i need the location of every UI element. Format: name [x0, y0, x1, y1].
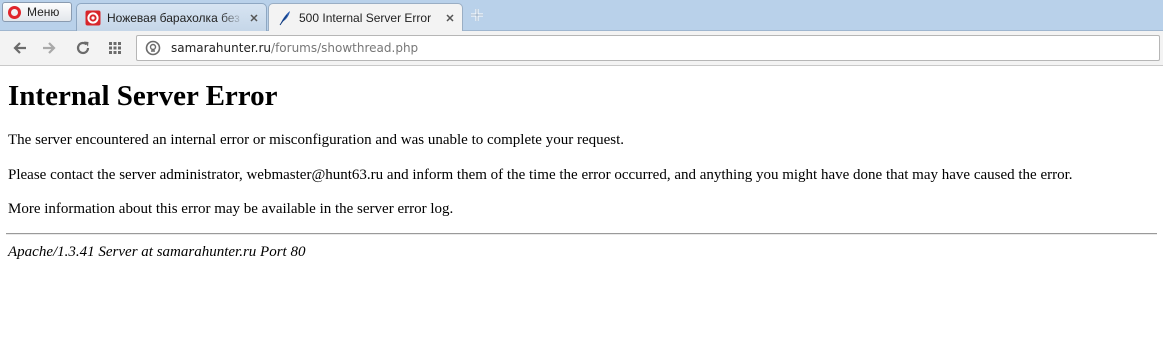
error-log-hint: More information about this error may be… [8, 201, 454, 217]
opera-logo-icon [8, 5, 21, 19]
page-content: Internal Server Error The server encount… [0, 67, 1163, 347]
address-bar[interactable]: samarahunter.ru/forums/showthread.php [136, 35, 1160, 61]
speed-dial-button[interactable] [105, 38, 125, 58]
tab-title: Ножевая барахолка без п [107, 10, 244, 25]
error-description: The server encountered an internal error… [8, 132, 625, 148]
tab-strip: Меню Ножевая барахолка без п 500 Interna… [0, 0, 1163, 31]
reload-button[interactable] [73, 38, 93, 58]
tab-server-error[interactable]: 500 Internal Server Error [268, 3, 463, 31]
menu-label: Меню [27, 5, 60, 19]
close-tab-icon[interactable] [444, 12, 456, 24]
reload-icon [76, 41, 90, 55]
back-button[interactable] [10, 38, 30, 58]
samarahunter-favicon-icon [85, 10, 101, 25]
new-tab-plus-icon[interactable] [468, 7, 486, 23]
close-tab-icon[interactable] [248, 12, 260, 24]
forward-arrow-icon [43, 42, 56, 54]
server-signature: Apache/1.3.41 Server at samarahunter.ru … [8, 244, 306, 260]
url-host: samarahunter.ru [171, 41, 272, 55]
back-arrow-icon [13, 42, 26, 54]
speed-dial-grid-icon [109, 42, 121, 54]
url-path: /forums/showthread.php [271, 41, 419, 55]
contact-admin-text: Please contact the server administrator,… [8, 167, 1073, 183]
forward-button[interactable] [39, 38, 59, 58]
divider [6, 233, 1157, 235]
error-heading: Internal Server Error [8, 80, 278, 112]
feather-icon [279, 10, 290, 25]
tab-knife-flea-market[interactable]: Ножевая барахолка без п [76, 3, 267, 31]
tab-title: 500 Internal Server Error [299, 10, 432, 25]
site-info-icon[interactable] [145, 40, 161, 56]
browser-toolbar: samarahunter.ru/forums/showthread.php [0, 31, 1163, 66]
opera-menu-button[interactable]: Меню [2, 2, 72, 22]
